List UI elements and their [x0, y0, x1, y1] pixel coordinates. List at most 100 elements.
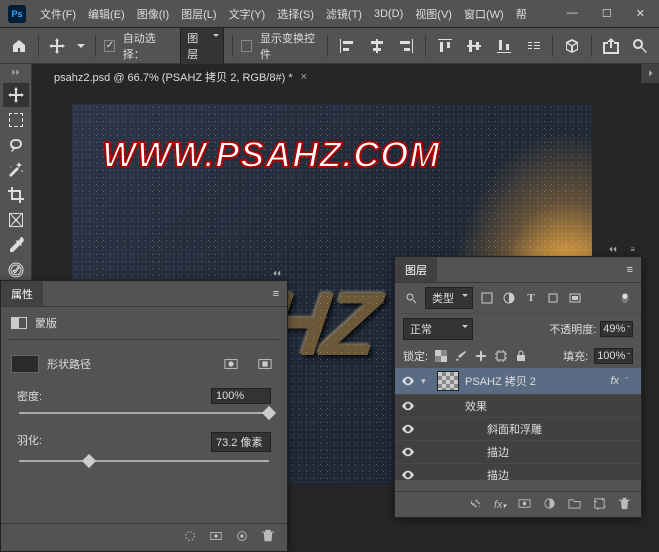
eyedropper-tool[interactable] — [3, 233, 29, 257]
maximize-button[interactable]: ☐ — [596, 5, 618, 22]
align-top-icon[interactable] — [434, 34, 456, 58]
fill-value[interactable]: 100%ˇ — [594, 348, 633, 364]
share-icon[interactable] — [600, 34, 622, 58]
layer-name[interactable]: PSAHZ 拷贝 2 — [465, 373, 536, 389]
move-tool-icon[interactable] — [47, 34, 69, 58]
blend-mode-dropdown[interactable]: 正常 — [403, 318, 473, 340]
visibility-icon[interactable] — [401, 470, 415, 480]
document-tab-close-icon[interactable]: × — [301, 71, 307, 83]
crop-tool[interactable] — [3, 183, 29, 207]
layers-tab[interactable]: 图层 — [395, 257, 437, 282]
lock-artboard-icon[interactable] — [494, 349, 508, 363]
properties-menu-icon[interactable]: ≡ — [273, 288, 279, 300]
home-icon[interactable] — [8, 34, 30, 58]
delete-mask-icon[interactable] — [261, 529, 275, 546]
filter-type-icon[interactable] — [403, 292, 419, 304]
menu-type[interactable]: 文字(Y) — [223, 2, 272, 26]
autoselect-target-dropdown[interactable]: 图层 — [180, 27, 224, 65]
adjustment-layer-icon[interactable] — [543, 497, 556, 513]
visibility-icon[interactable] — [401, 401, 415, 411]
effect-stroke-row[interactable]: 描边 — [395, 441, 641, 464]
magic-wand-tool[interactable] — [3, 158, 29, 182]
menu-window[interactable]: 窗口(W) — [458, 2, 510, 26]
chevron-down-icon[interactable]: ▾ — [421, 376, 431, 387]
opacity-value[interactable]: 49%ˇ — [600, 321, 633, 337]
lock-all-icon[interactable] — [514, 349, 528, 363]
lock-transparency-icon[interactable] — [434, 349, 448, 363]
layers-menu-icon[interactable]: ≡ — [627, 264, 633, 276]
vector-mask-icon[interactable] — [253, 352, 277, 376]
toolbox-collapse[interactable]: ⏵⏵ — [2, 68, 30, 78]
delete-layer-icon[interactable] — [618, 497, 631, 513]
align-bottom-icon[interactable] — [493, 34, 515, 58]
menu-view[interactable]: 视图(V) — [409, 2, 458, 26]
menu-filter[interactable]: 滤镜(T) — [320, 2, 368, 26]
show-transform-checkbox[interactable] — [241, 40, 252, 52]
menu-file[interactable]: 文件(F) — [34, 2, 82, 26]
filter-adjust-icon[interactable] — [501, 291, 517, 305]
layer-mask-icon[interactable] — [518, 497, 531, 513]
document-tab-title: psahz2.psd @ 66.7% (PSAHZ 拷贝 2, RGB/8#) … — [54, 69, 293, 85]
load-selection-icon[interactable] — [183, 529, 197, 546]
lasso-tool[interactable] — [3, 133, 29, 157]
options-bar: 自动选择： 图层 显示变换控件 — [0, 28, 659, 64]
document-tab[interactable]: psahz2.psd @ 66.7% (PSAHZ 拷贝 2, RGB/8#) … — [44, 64, 317, 90]
new-layer-icon[interactable] — [593, 497, 606, 513]
layers-close-top-icon[interactable]: ≡ — [630, 245, 635, 254]
feather-value[interactable]: 73.2 像素 — [211, 432, 271, 452]
apply-mask-icon[interactable] — [209, 529, 223, 546]
menu-layer[interactable]: 图层(L) — [175, 2, 222, 26]
props-collapse-icon[interactable]: ⏴⏴ — [273, 269, 281, 279]
filter-shape-icon[interactable] — [545, 291, 561, 305]
pixel-mask-icon[interactable] — [219, 352, 243, 376]
marquee-tool[interactable] — [3, 108, 29, 132]
properties-tab[interactable]: 属性 — [1, 281, 43, 306]
healing-tool[interactable] — [3, 258, 29, 282]
effects-row[interactable]: 效果 — [395, 395, 641, 418]
opacity-label: 不透明度: — [549, 321, 596, 337]
layers-collapse-icon[interactable]: ⏴⏴ — [609, 245, 617, 255]
density-slider[interactable] — [19, 412, 269, 414]
filter-smart-icon[interactable] — [567, 291, 583, 305]
menu-edit[interactable]: 编辑(E) — [82, 2, 131, 26]
link-layers-icon[interactable] — [469, 497, 482, 513]
filter-type-dropdown[interactable]: 类型 — [425, 287, 473, 309]
filter-type-t-icon[interactable]: T — [523, 291, 539, 305]
align-center-v-icon[interactable] — [464, 34, 486, 58]
menu-image[interactable]: 图像(I) — [131, 2, 175, 26]
minimize-button[interactable]: — — [561, 5, 584, 22]
group-icon[interactable] — [568, 497, 581, 513]
lock-paint-icon[interactable] — [454, 349, 468, 363]
menu-help[interactable]: 帮 — [510, 2, 533, 26]
visibility-icon[interactable] — [401, 447, 415, 457]
density-value[interactable]: 100% — [211, 388, 271, 404]
effect-stroke2-row[interactable]: 描边 — [395, 464, 641, 480]
lock-position-icon[interactable] — [474, 349, 488, 363]
feather-slider[interactable] — [19, 460, 269, 462]
filter-pixel-icon[interactable] — [479, 291, 495, 305]
dock-collapse-icon[interactable]: ⏵ — [648, 68, 653, 79]
tool-preset-dropdown[interactable] — [76, 34, 87, 58]
filter-toggle[interactable] — [617, 291, 633, 305]
menu-select[interactable]: 选择(S) — [271, 2, 320, 26]
align-right-icon[interactable] — [396, 34, 418, 58]
close-button[interactable]: ✕ — [630, 5, 651, 22]
visibility-icon[interactable] — [401, 424, 415, 434]
search-icon[interactable] — [629, 34, 651, 58]
more-align-icon[interactable] — [523, 34, 545, 58]
move-tool[interactable] — [3, 83, 29, 107]
layer-row[interactable]: ▾ PSAHZ 拷贝 2 fx ˆ — [395, 368, 641, 395]
fx-badge[interactable]: fx — [610, 375, 619, 387]
effect-bevel-row[interactable]: 斜面和浮雕 — [395, 418, 641, 441]
density-label: 密度: — [17, 388, 42, 404]
3d-mode-icon[interactable] — [561, 34, 583, 58]
align-center-h-icon[interactable] — [366, 34, 388, 58]
align-left-icon[interactable] — [336, 34, 358, 58]
fx-chevron-icon[interactable]: ˆ — [625, 376, 635, 386]
autoselect-checkbox[interactable] — [104, 40, 115, 52]
frame-tool[interactable] — [3, 208, 29, 232]
layer-style-icon[interactable]: fx▾ — [494, 499, 506, 511]
visibility-icon[interactable] — [401, 376, 415, 386]
disable-mask-icon[interactable] — [235, 529, 249, 546]
menu-3d[interactable]: 3D(D) — [368, 4, 409, 24]
